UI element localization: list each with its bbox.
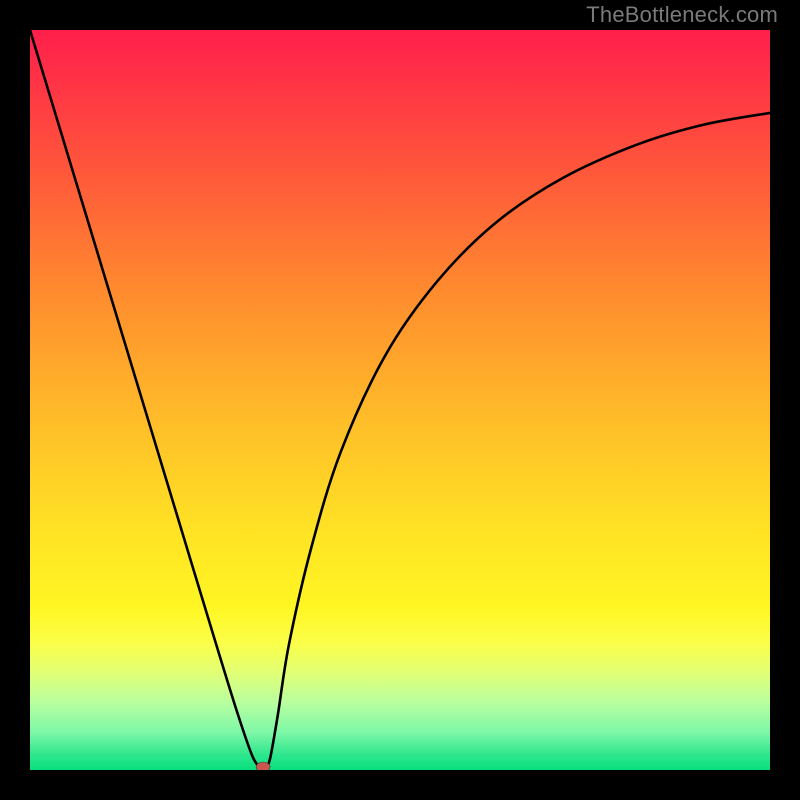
watermark-text: TheBottleneck.com bbox=[586, 2, 778, 28]
bottleneck-curve bbox=[30, 30, 770, 770]
plot-area bbox=[30, 30, 770, 770]
minimum-marker-icon bbox=[256, 762, 270, 770]
chart-frame: TheBottleneck.com bbox=[0, 0, 800, 800]
curve-layer bbox=[30, 30, 770, 770]
